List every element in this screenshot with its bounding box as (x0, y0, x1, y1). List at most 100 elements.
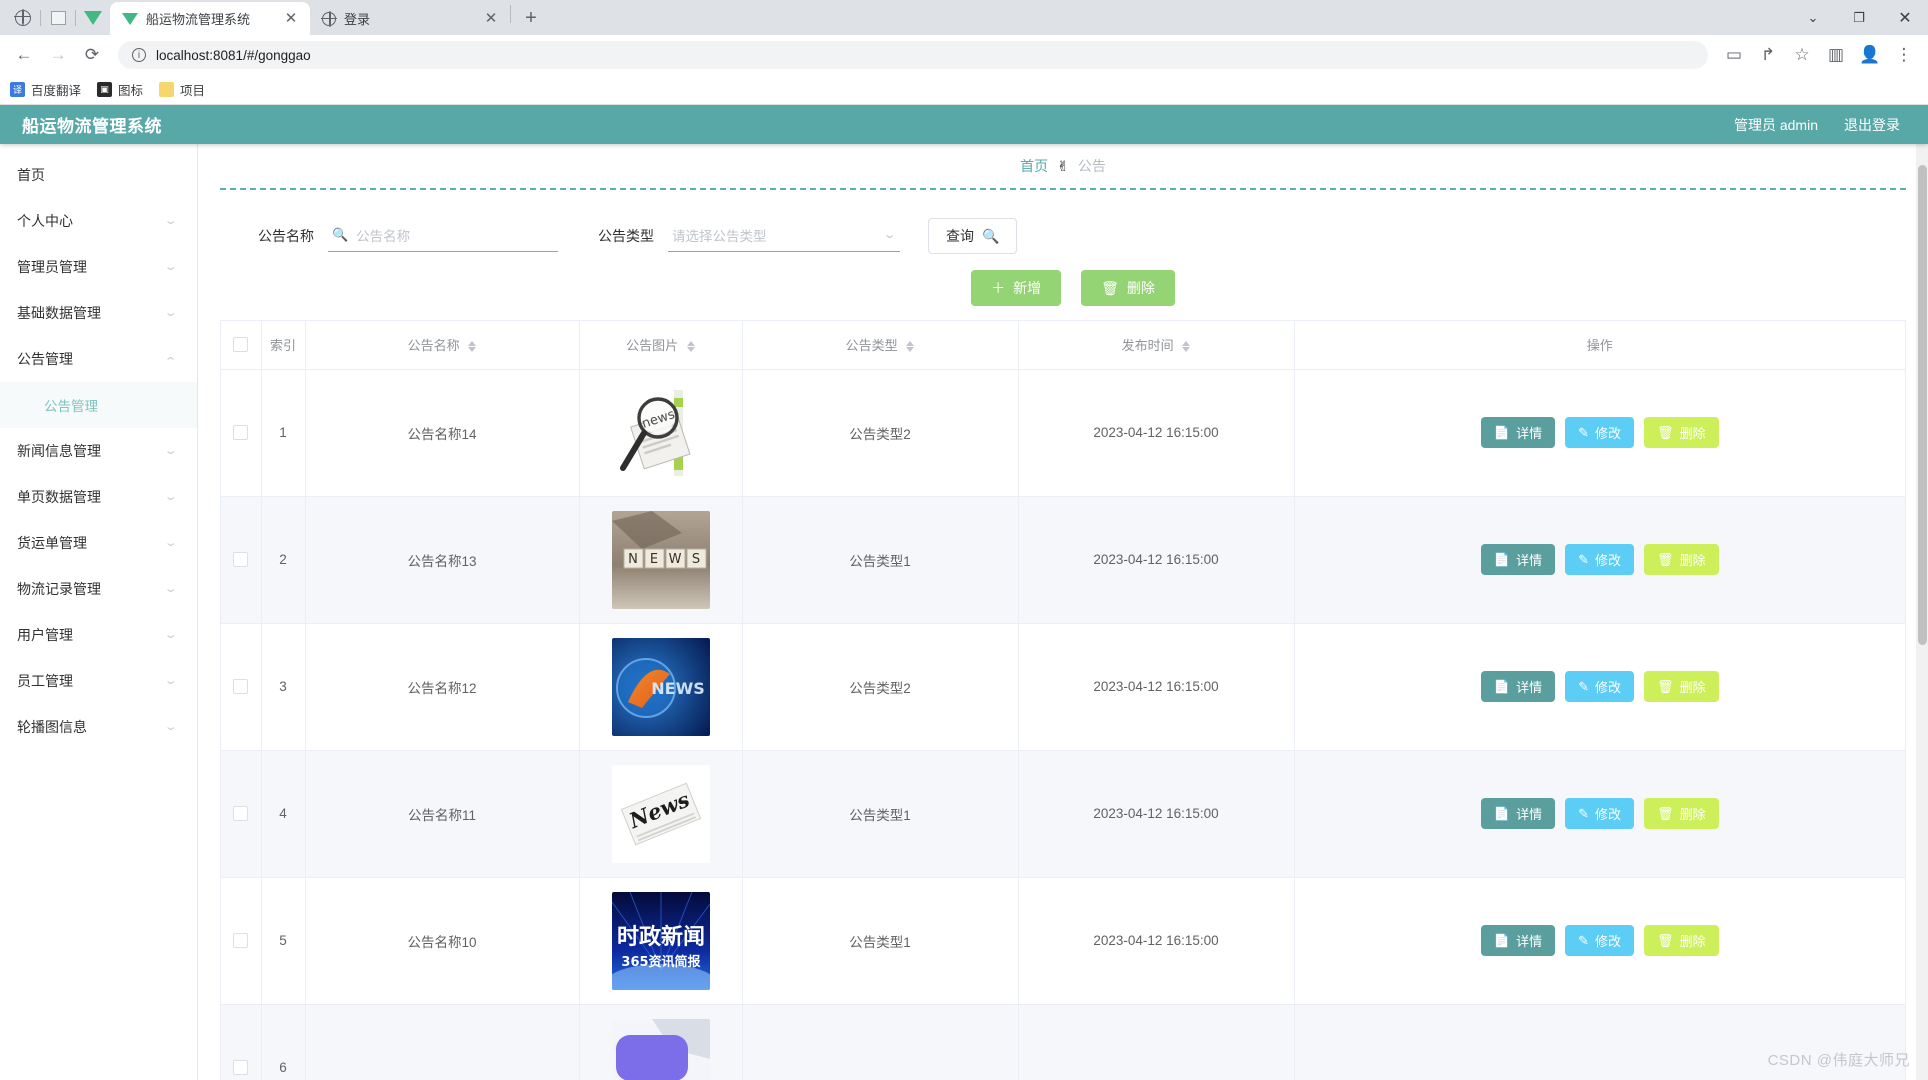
scrollbar-thumb[interactable] (1918, 165, 1927, 645)
profile-icon[interactable]: 👤 (1854, 39, 1886, 71)
column-header-type[interactable]: 公告类型 (742, 321, 1019, 370)
table-row[interactable]: 4 公告名称11 News 公告类型1 2023-04-12 16:15:00 … (221, 750, 1905, 878)
announcement-thumbnail: news (611, 383, 710, 482)
doc-icon: 📄 (1493, 424, 1511, 440)
delete-button[interactable]: 🗑 删除 (1644, 417, 1719, 448)
back-button[interactable]: ← (8, 39, 40, 71)
sidebar-item-label: 单页数据管理 (17, 489, 101, 505)
batch-delete-button[interactable]: 🗑 删除 (1081, 270, 1175, 306)
column-header-name[interactable]: 公告名称 (305, 321, 580, 370)
sort-icon[interactable] (906, 341, 915, 353)
sort-icon[interactable] (468, 341, 477, 353)
vue-icon (122, 12, 138, 25)
sidebar-item-single-page-data-management[interactable]: 单页数据管理 ⌄ (0, 474, 197, 520)
edit-button[interactable]: ✎ 修改 (1565, 798, 1635, 829)
sidebar-item-admin-management[interactable]: 管理员管理 ⌄ (0, 244, 197, 290)
select-all-checkbox[interactable] (233, 337, 249, 353)
table-row[interactable]: 2 公告名称13 N E W S 公告类型1 2023-04-12 16:15:… (221, 496, 1905, 624)
address-bar-url: localhost:8081/#/gonggao (156, 47, 311, 63)
sort-icon[interactable] (1182, 341, 1191, 353)
main-content: 首页 ✌ 公告 公告名称 🔍 公告名称 公告类型 请选择公告类型 ⌄ 查询 🔍 … (198, 144, 1928, 1080)
breadcrumb-current: 公告 (1077, 158, 1106, 174)
detail-button[interactable]: 📄 详情 (1480, 671, 1556, 702)
pencil-icon: ✎ (1578, 551, 1590, 567)
address-bar[interactable]: i localhost:8081/#/gonggao (118, 41, 1708, 69)
vue-icon-button[interactable] (76, 0, 110, 35)
bookmark-baidu-translate[interactable]: 译 百度翻译 (10, 80, 81, 99)
bookmark-icons[interactable]: ▣ 图标 (97, 80, 143, 99)
announcement-thumbnail: NEWS (611, 637, 710, 736)
table-row[interactable]: 1 公告名称14 news 公告类型2 2023-04-12 16:15:00 … (221, 369, 1905, 497)
tab-login[interactable]: 登录 ✕ (310, 2, 510, 35)
edit-button[interactable]: ✎ 修改 (1565, 671, 1635, 702)
sidebar-item-personal-center[interactable]: 个人中心 ⌄ (0, 198, 197, 244)
bookmark-project[interactable]: 项目 (159, 80, 205, 99)
sidebar-item-news-management[interactable]: 新闻信息管理 ⌄ (0, 428, 197, 474)
sidebar-item-carousel-info[interactable]: 轮播图信息 ⌄ (0, 704, 197, 750)
sidebar-item-user-management[interactable]: 用户管理 ⌄ (0, 612, 197, 658)
sidebar-item-label: 轮播图信息 (17, 719, 87, 735)
sidepanel-icon[interactable]: ▥ (1820, 39, 1852, 71)
maximize-button[interactable]: ❐ (1836, 0, 1882, 35)
detail-button[interactable]: 📄 详情 (1480, 417, 1556, 448)
forward-button[interactable]: → (42, 39, 74, 71)
announcement-type-select[interactable]: 请选择公告类型 ⌄ (668, 221, 900, 252)
menu-icon[interactable]: ⋮ (1888, 39, 1920, 71)
card-icon[interactable]: ▭ (1718, 39, 1750, 71)
announcement-name-input[interactable]: 🔍 公告名称 (328, 221, 558, 252)
column-label: 公告类型 (845, 338, 898, 354)
sidebar-item-freight-order-management[interactable]: 货运单管理 ⌄ (0, 520, 197, 566)
edit-button[interactable]: ✎ 修改 (1565, 925, 1635, 956)
tab-shipping-system[interactable]: 船运物流管理系统 ✕ (110, 2, 310, 35)
breadcrumb-home[interactable]: 首页 (1020, 156, 1048, 176)
table-row[interactable]: 5 公告名称10 时政新闻 365资讯简报 公告类型1 2023-04-12 1… (221, 877, 1905, 1005)
sidebar-item-basic-data-management[interactable]: 基础数据管理 ⌄ (0, 290, 197, 336)
star-icon[interactable]: ☆ (1786, 39, 1818, 71)
reload-button[interactable]: ⟳ (76, 39, 108, 71)
page-scrollbar[interactable] (1916, 105, 1928, 1080)
logout-link[interactable]: 退出登录 (1844, 115, 1900, 135)
sidebar-subitem-announcement-management[interactable]: 公告管理 (0, 382, 197, 428)
sidebar-item-home[interactable]: 首页 (0, 152, 197, 198)
globe-icon-button[interactable] (6, 0, 40, 35)
sidebar-item-staff-management[interactable]: 员工管理 ⌄ (0, 658, 197, 704)
row-checkbox[interactable] (233, 679, 249, 694)
sidebar-item-logistics-record-management[interactable]: 物流记录管理 ⌄ (0, 566, 197, 612)
new-tab-button[interactable]: + (517, 4, 545, 32)
edit-button[interactable]: ✎ 修改 (1565, 417, 1635, 448)
sort-icon[interactable] (686, 341, 695, 353)
toolbar-icons: ▭ ↱ ☆ ▥ 👤 ⋮ (1718, 39, 1920, 71)
window-icon (50, 10, 66, 25)
share-icon[interactable]: ↱ (1752, 39, 1784, 71)
column-header-time[interactable]: 发布时间 (1018, 321, 1295, 370)
row-checkbox[interactable] (233, 425, 249, 440)
row-checkbox[interactable] (233, 1060, 249, 1075)
delete-button[interactable]: 🗑 删除 (1644, 925, 1719, 956)
column-header-image[interactable]: 公告图片 (579, 321, 743, 370)
delete-button[interactable]: 🗑 删除 (1644, 671, 1719, 702)
row-checkbox[interactable] (233, 806, 249, 821)
row-checkbox[interactable] (233, 933, 249, 948)
row-checkbox[interactable] (233, 552, 249, 567)
announcement-thumbnail: 时政新闻 365资讯简报 (611, 891, 710, 990)
tab-close-icon[interactable]: ✕ (482, 10, 500, 28)
detail-button[interactable]: 📄 详情 (1480, 798, 1556, 829)
close-button[interactable]: ✕ (1882, 0, 1928, 35)
sidebar-item-announcement-management[interactable]: 公告管理 ⌄ (0, 336, 197, 382)
table-row[interactable]: 6 (221, 1004, 1905, 1080)
window-icon-button[interactable] (41, 0, 75, 35)
delete-button[interactable]: 🗑 删除 (1644, 798, 1719, 829)
detail-button[interactable]: 📄 详情 (1480, 925, 1556, 956)
svg-text:NEWS: NEWS (651, 679, 705, 698)
delete-button[interactable]: 🗑 删除 (1644, 544, 1719, 575)
table-row[interactable]: 3 公告名称12 NEWS 公告类型2 2023-04-12 16:15:00 … (221, 623, 1905, 751)
query-button[interactable]: 查询 🔍 (928, 218, 1018, 254)
chevron-down-icon: ⌄ (882, 229, 897, 241)
edit-button[interactable]: ✎ 修改 (1565, 544, 1635, 575)
minimize-button[interactable]: ⌄ (1790, 0, 1836, 35)
detail-button[interactable]: 📄 详情 (1480, 544, 1556, 575)
site-info-icon[interactable]: i (132, 48, 146, 62)
add-button[interactable]: ＋ 新增 (971, 270, 1062, 306)
row-image-cell: NEWS (579, 623, 743, 751)
tab-close-icon[interactable]: ✕ (282, 10, 300, 28)
